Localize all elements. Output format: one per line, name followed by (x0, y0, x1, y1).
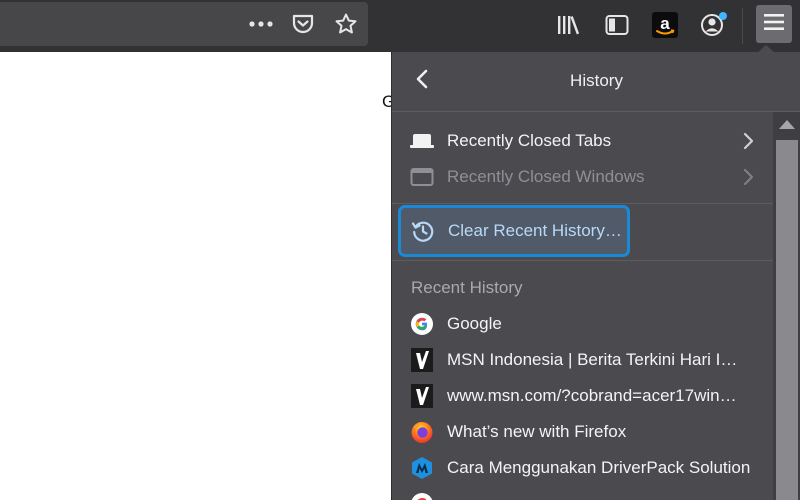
menu-separator (392, 203, 773, 204)
recently-closed-tabs-label: Recently Closed Tabs (447, 131, 612, 150)
history-item-label: MSN Indonesia | Berita Terkini Hari Ini,… (447, 350, 745, 369)
panel-header: History (392, 52, 800, 112)
recently-closed-windows-label: Recently Closed Windows (447, 167, 645, 186)
history-item-label: What’s new with Firefox (447, 422, 627, 441)
sidebar-icon[interactable] (604, 12, 630, 38)
browser-toolbar: a (0, 0, 800, 52)
history-item-label: www.msn.com/?cobrand=acer17win10&ocid=AC… (447, 386, 745, 405)
menu-icon (764, 13, 784, 35)
chevron-right-icon (742, 132, 754, 154)
panel-title: History (570, 71, 623, 90)
history-item[interactable]: Cara Menggunakan DriverPack Solution (400, 451, 764, 485)
history-item[interactable]: MSN Indonesia | Berita Terkini Hari Ini,… (400, 343, 764, 377)
pocket-icon[interactable] (290, 11, 316, 37)
library-icon[interactable] (556, 12, 582, 38)
history-item[interactable]: www.msn.com/?cobrand=acer17win10&ocid=AC… (400, 379, 764, 413)
history-item-label: Google (447, 314, 502, 333)
amazon-icon[interactable]: a (651, 11, 678, 38)
google-icon (409, 491, 435, 500)
menu-separator (392, 260, 773, 261)
recently-closed-tabs-item[interactable]: Recently Closed Tabs (400, 124, 764, 158)
recent-history-heading: Recent History (411, 278, 523, 297)
bookmark-star-icon[interactable] (332, 11, 360, 37)
scroll-up-arrow-icon[interactable] (779, 120, 795, 129)
msn-icon (409, 383, 435, 409)
clear-recent-history-button[interactable]: Clear Recent History… (398, 205, 630, 257)
more-dots-icon[interactable] (248, 12, 274, 36)
history-panel: History Recently Closed Tabs Recently Cl… (391, 52, 800, 500)
toolbar-separator (742, 8, 743, 44)
chevron-right-icon (742, 168, 754, 190)
menu-button[interactable] (756, 5, 792, 43)
history-item-partial[interactable] (400, 487, 764, 500)
recently-closed-windows-item[interactable]: Recently Closed Windows (400, 160, 764, 194)
scrollbar-thumb[interactable] (776, 140, 798, 500)
history-item[interactable]: Google (400, 307, 764, 341)
google-icon (409, 311, 435, 337)
driverpack-icon (409, 455, 435, 481)
tab-icon (409, 128, 435, 154)
clear-recent-history-label: Clear Recent History… (448, 221, 622, 240)
window-icon (409, 164, 435, 190)
history-item[interactable]: What’s new with Firefox (400, 415, 764, 449)
account-icon[interactable] (700, 11, 728, 39)
history-clock-icon (410, 218, 436, 244)
history-item-label: Cara Menggunakan DriverPack Solution (447, 458, 751, 477)
svg-text:a: a (660, 14, 670, 33)
msn-icon (409, 347, 435, 373)
url-bar[interactable] (0, 2, 368, 46)
firefox-icon (409, 419, 435, 445)
panel-scrollbar[interactable] (773, 112, 800, 500)
